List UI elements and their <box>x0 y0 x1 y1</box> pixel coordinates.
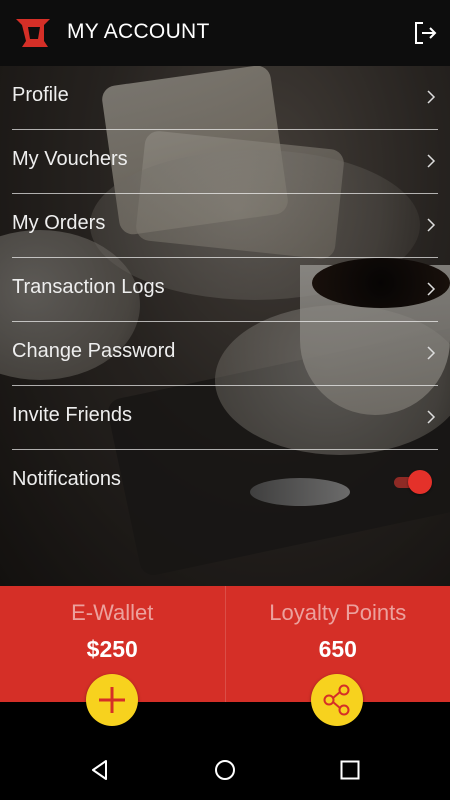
wallet-balance: $250 <box>86 636 138 662</box>
page-title: MY ACCOUNT <box>67 20 210 43</box>
loyalty-points: 650 <box>318 636 357 662</box>
balance-panel: E-Wallet $250 Loyalty Points 650 <box>0 586 450 702</box>
share-icon <box>323 684 350 716</box>
menu-item-label: Notifications <box>12 468 121 490</box>
brand-logo-icon <box>16 19 50 47</box>
back-icon[interactable] <box>89 759 111 781</box>
app-header: MY ACCOUNT <box>0 0 450 66</box>
menu-item-invite-friends[interactable]: Invite Friends <box>12 386 438 450</box>
menu-item-transaction-logs[interactable]: Transaction Logs <box>12 258 438 322</box>
menu-item-vouchers[interactable]: My Vouchers <box>12 130 438 194</box>
menu-item-label: My Orders <box>12 212 106 234</box>
menu-item-label: My Vouchers <box>12 148 128 170</box>
chevron-right-icon <box>427 282 436 296</box>
chevron-right-icon <box>427 410 436 424</box>
chevron-right-icon <box>427 218 436 232</box>
account-screen: MY ACCOUNT Profile My Vouchers My Orders… <box>0 0 450 800</box>
chevron-right-icon <box>427 90 436 104</box>
wallet-label: E-Wallet <box>71 600 154 625</box>
chevron-right-icon <box>427 154 436 168</box>
menu-item-notifications: Notifications <box>12 450 438 513</box>
menu-item-profile[interactable]: Profile <box>12 66 438 130</box>
menu-item-label: Transaction Logs <box>12 276 165 298</box>
add-funds-button[interactable] <box>86 674 138 726</box>
logout-icon[interactable] <box>412 20 438 46</box>
home-icon[interactable] <box>214 759 236 781</box>
share-points-button[interactable] <box>311 674 363 726</box>
menu-item-label: Profile <box>12 84 69 106</box>
recents-icon[interactable] <box>339 759 361 781</box>
system-navigation-bar <box>0 702 450 800</box>
chevron-right-icon <box>427 346 436 360</box>
account-menu: Profile My Vouchers My Orders Transactio… <box>0 66 450 513</box>
notifications-toggle[interactable] <box>394 470 432 494</box>
menu-item-label: Invite Friends <box>12 404 133 426</box>
loyalty-label: Loyalty Points <box>269 600 407 625</box>
menu-item-change-password[interactable]: Change Password <box>12 322 438 386</box>
plus-icon <box>99 687 125 713</box>
menu-item-orders[interactable]: My Orders <box>12 194 438 258</box>
menu-item-label: Change Password <box>12 340 176 362</box>
